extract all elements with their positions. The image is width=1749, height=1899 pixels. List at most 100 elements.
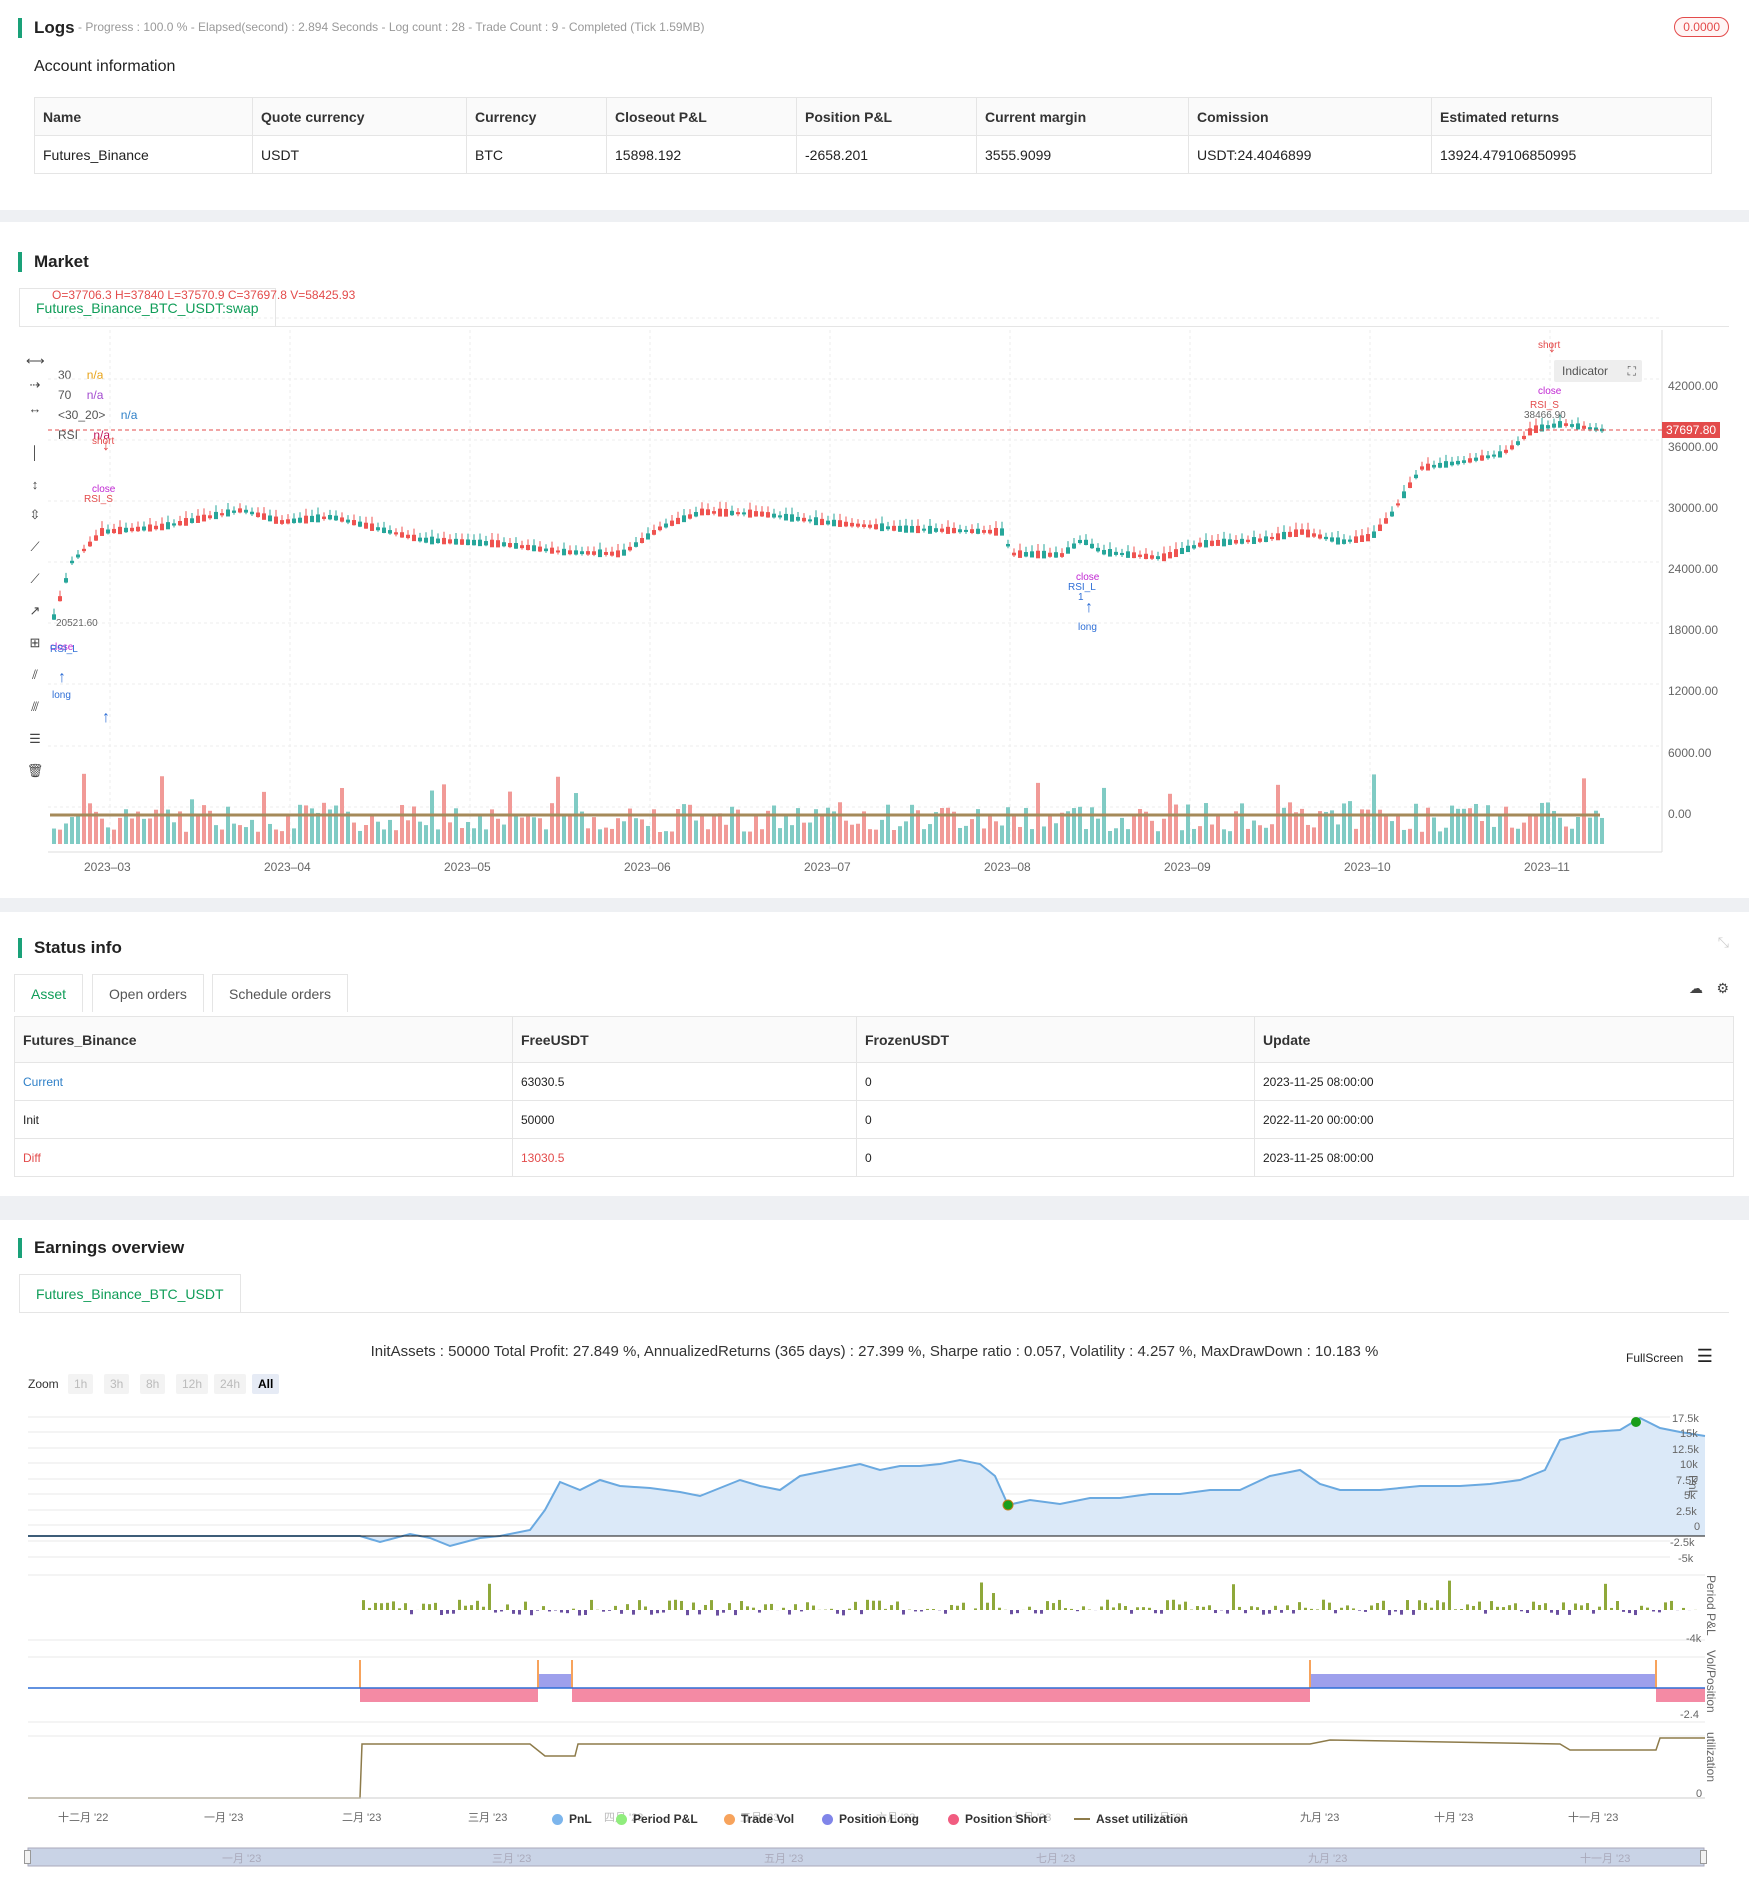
volume-bar — [1342, 803, 1346, 844]
volume-bar — [76, 815, 80, 844]
volume-bar — [970, 819, 974, 844]
account-header-row: Name Quote currency Currency Closeout P&… — [34, 97, 1712, 136]
candlestick-chart: ↓↑↑↑↓ — [48, 317, 1663, 853]
zoom-1h-button[interactable]: 1h — [68, 1374, 94, 1394]
menu-icon[interactable]: ☰ — [1697, 1346, 1713, 1366]
short-label: short — [92, 436, 115, 447]
price-tick: 24000.00 — [1668, 562, 1719, 576]
collapse-icon[interactable]: ⤡ — [1718, 934, 1729, 951]
tab-open-orders[interactable]: Open orders — [92, 974, 204, 1012]
volume-bar — [352, 822, 356, 844]
candle-body — [688, 514, 692, 519]
volume-bar — [532, 817, 536, 844]
volume-bar — [334, 805, 338, 844]
legend-item-period-pnl[interactable]: Period P&L — [616, 1812, 698, 1826]
volume-bar — [1120, 817, 1124, 844]
candle-body — [544, 548, 548, 552]
volume-bar — [100, 818, 104, 844]
candle-body — [262, 513, 266, 520]
candle-body — [1216, 539, 1220, 546]
candle-body — [934, 528, 938, 532]
candle-body — [1084, 539, 1088, 546]
candle-body — [1306, 529, 1310, 538]
account-cell: 13924.479106850995 — [1431, 135, 1712, 174]
candle-body — [1330, 537, 1334, 542]
volume-bar — [1108, 830, 1112, 844]
asset-cell: 63030.5 — [512, 1062, 857, 1101]
volume-bar — [400, 804, 404, 844]
candle-body — [1006, 543, 1010, 547]
asset-cell: 0 — [856, 1062, 1255, 1101]
tab-asset[interactable]: Asset — [14, 974, 84, 1012]
candle-body — [592, 551, 596, 555]
cloud-icon[interactable]: ☁ — [1689, 980, 1703, 997]
volume-bar — [706, 829, 710, 844]
zoom-8h-button[interactable]: 8h — [140, 1374, 166, 1394]
tab-earnings-symbol[interactable]: Futures_Binance_BTC_USDT — [19, 1274, 241, 1312]
volume-bar — [1336, 824, 1340, 844]
nav-tick: 五月 '23 — [764, 1853, 804, 1865]
navigator-handle-right[interactable] — [1700, 1850, 1707, 1864]
zoom-12h-button[interactable]: 12h — [176, 1374, 209, 1394]
zoom-24h-button[interactable]: 24h — [214, 1374, 247, 1394]
candle-body — [664, 523, 668, 528]
candle-body — [1240, 538, 1244, 544]
vol-tick: -2.4 — [1680, 1709, 1699, 1721]
legend-item-position-long[interactable]: Position Long — [822, 1812, 919, 1826]
volume-bar — [1540, 802, 1544, 844]
zoom-all-button[interactable]: All — [252, 1374, 280, 1394]
volume-bar — [904, 821, 908, 844]
candle-body — [532, 545, 536, 552]
volume-bar — [1564, 826, 1568, 844]
volume-bar — [1510, 827, 1514, 844]
volume-bar — [250, 819, 254, 844]
volume-bar — [604, 827, 608, 844]
candle-body — [856, 523, 860, 527]
candle-body — [1342, 539, 1346, 544]
volume-bar — [760, 829, 764, 844]
volume-bar — [820, 815, 824, 844]
zoom-3h-button[interactable]: 3h — [104, 1374, 130, 1394]
time-tick: 十一月 '23 — [1568, 1812, 1619, 1824]
fullscreen-label: FullScreen — [1626, 1351, 1684, 1365]
volume-bar — [286, 815, 290, 844]
candle-body — [640, 538, 644, 543]
candle-body — [118, 526, 122, 535]
volume-bar — [850, 824, 854, 844]
fullscreen-button[interactable]: FullScreen ☰ — [1626, 1346, 1713, 1367]
navigator-handle-left[interactable] — [24, 1850, 31, 1864]
candle-body — [838, 520, 842, 527]
volume-bar — [844, 820, 848, 844]
legend-item-position-short[interactable]: Position Short — [948, 1812, 1047, 1826]
legend-item-trade-vol[interactable]: Trade Vol — [724, 1812, 794, 1826]
volume-bar — [1546, 802, 1550, 844]
candle-body — [460, 539, 464, 545]
volume-bar — [1324, 811, 1328, 844]
volume-bar — [808, 822, 812, 844]
gear-icon[interactable]: ⚙ — [1716, 980, 1729, 997]
candle-body — [580, 551, 584, 555]
volume-bar — [184, 831, 188, 844]
volume-bar — [748, 831, 752, 844]
volume-bar — [1162, 818, 1166, 844]
candle-body — [964, 529, 968, 532]
volume-bar — [58, 829, 62, 844]
legend-item-pnl[interactable]: PnL — [552, 1812, 592, 1826]
candle-body — [1582, 425, 1586, 429]
candle-body — [1036, 550, 1040, 559]
volume-bar — [1084, 829, 1088, 844]
candle-body — [1492, 454, 1496, 457]
volume-bar — [304, 805, 308, 844]
tab-schedule-orders[interactable]: Schedule orders — [212, 974, 348, 1012]
candle-body — [106, 529, 110, 534]
candle-body — [1522, 435, 1526, 440]
price-tick: 6000.00 — [1668, 746, 1712, 760]
legend-item-asset-utilization[interactable]: Asset utilization — [1074, 1812, 1188, 1826]
volume-bar — [82, 773, 86, 844]
volume-bar — [952, 811, 956, 844]
volume-bar — [856, 823, 860, 844]
volume-bar — [568, 813, 572, 844]
candle-body — [1402, 491, 1406, 499]
volume-bar — [1396, 814, 1400, 844]
candle-body — [1420, 466, 1424, 470]
